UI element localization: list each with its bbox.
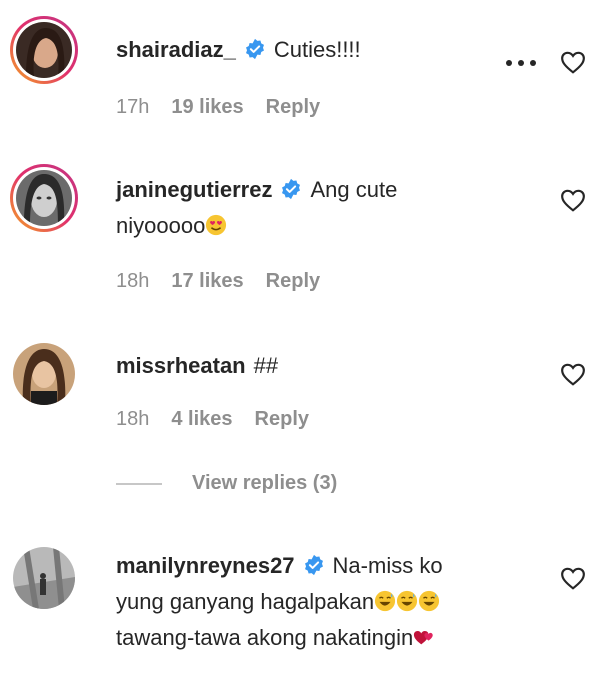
avatar (16, 170, 72, 226)
two-hearts-emoji (414, 631, 433, 645)
reply-button[interactable]: Reply (255, 408, 309, 431)
reply-button[interactable]: Reply (266, 270, 320, 293)
comment-body-line3: tawang-tawa akong nakatingin (116, 625, 414, 650)
grinning-sweat-emoji (397, 590, 418, 612)
avatar (16, 22, 72, 78)
comment-text: manilynreynes27 Na-miss ko yung ganyang h… (116, 548, 556, 656)
comment-username[interactable]: shairadiaz_ (116, 37, 236, 62)
comment-missrheatan: missrheatan ## 18h 4 likes Reply (0, 330, 600, 460)
comment-time: 18h (116, 270, 150, 292)
comment-username[interactable]: janinegutierrez (116, 177, 272, 202)
more-options-icon[interactable] (506, 58, 540, 68)
comment-body: Na-miss ko (332, 553, 443, 578)
comment-username[interactable]: manilynreynes27 (116, 553, 295, 578)
comment-meta: 18h 4 likes Reply (116, 408, 309, 431)
comment-likes[interactable]: 17 likes (171, 270, 243, 293)
comment-meta: 17h 19 likes Reply (116, 96, 320, 119)
comment-username[interactable]: missrheatan (116, 353, 246, 378)
avatar (13, 343, 75, 405)
heart-outline-icon[interactable] (560, 566, 586, 590)
avatar (13, 547, 75, 609)
comment-body: ## (253, 353, 279, 378)
comment-body: Ang cute (310, 177, 398, 202)
comment-likes[interactable]: 4 likes (171, 408, 232, 431)
heart-outline-icon[interactable] (560, 362, 586, 386)
comment-body-line2: yung ganyang hagalpakan (116, 589, 375, 614)
avatar-story-ring[interactable] (10, 16, 78, 84)
comment-body-line2: niyooooo (116, 213, 206, 238)
verified-badge-icon (245, 38, 264, 60)
comment-shairadiaz: shairadiaz_ Cuties!!!! 17h 19 likes Reply (0, 0, 600, 140)
view-replies-button[interactable]: View replies (3) (116, 472, 337, 495)
comment-text: missrheatan ## (116, 348, 536, 384)
comment-meta: 18h 17 likes Reply (116, 270, 320, 293)
heart-outline-icon[interactable] (560, 50, 586, 74)
reply-button[interactable]: Reply (266, 96, 320, 119)
heart-outline-icon[interactable] (560, 188, 586, 212)
comment-time: 17h (116, 96, 150, 118)
comment-manilynreynes27: manilynreynes27 Na-miss ko yung ganyang h… (0, 536, 600, 673)
avatar-wrap[interactable] (10, 340, 78, 408)
comment-time: 18h (116, 408, 150, 430)
view-replies-label: View replies (3) (192, 472, 338, 494)
avatar-story-ring[interactable] (10, 164, 78, 232)
avatar-wrap[interactable] (10, 544, 78, 612)
heart-eyes-emoji (206, 214, 227, 236)
comment-body: Cuties!!!! (273, 37, 361, 62)
verified-badge-icon (282, 178, 301, 200)
divider-line (116, 482, 162, 485)
comment-janinegutierrez: janinegutierrez Ang cute niyooooo 18h 17 … (0, 150, 600, 310)
grinning-sweat-emoji (419, 590, 440, 612)
verified-badge-icon (304, 554, 323, 576)
comment-text: janinegutierrez Ang cute niyooooo (116, 172, 536, 244)
grinning-sweat-emoji (375, 590, 396, 612)
comment-likes[interactable]: 19 likes (171, 96, 243, 119)
comment-text: shairadiaz_ Cuties!!!! (116, 32, 536, 68)
